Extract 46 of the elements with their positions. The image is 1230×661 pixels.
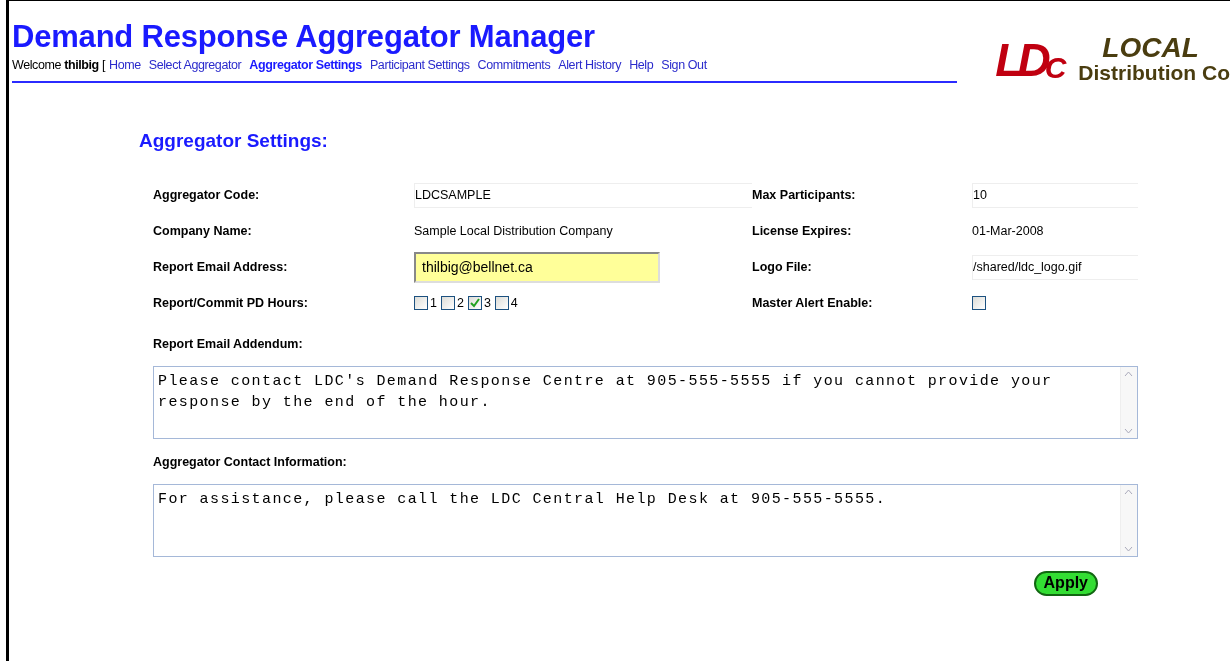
text-input[interactable]: /shared/ldc_logo.gif bbox=[972, 254, 1138, 280]
checkbox[interactable] bbox=[494, 296, 509, 311]
field-label: Aggregator Contact Information: bbox=[153, 454, 348, 471]
text-area[interactable]: Please contact LDC's Demand Response Centre at 905-555-5555 if you cannot provide your response by the end of the hour. bbox=[153, 366, 1138, 439]
nav-link[interactable]: Sign Out bbox=[661, 58, 707, 72]
checkbox[interactable] bbox=[467, 296, 482, 311]
field-value: Sample Local Distribution Company bbox=[414, 222, 613, 240]
checkbox[interactable] bbox=[972, 296, 986, 311]
nav-link[interactable]: Participant Settings bbox=[369, 58, 470, 72]
checkbox-label: 2 bbox=[456, 294, 464, 312]
scrollbar[interactable] bbox=[1120, 484, 1137, 556]
user-name: thilbig bbox=[64, 58, 99, 72]
field-label: Report Email Addendum: bbox=[153, 336, 304, 354]
field-value: 01-Mar-2008 bbox=[972, 222, 1044, 240]
checkbox[interactable] bbox=[440, 296, 455, 311]
text-area[interactable]: For assistance, please call the LDC Central Help Desk at 905-555-5555. bbox=[153, 483, 1138, 557]
checkbox[interactable] bbox=[414, 296, 428, 311]
field-label: Master Alert Enable: bbox=[752, 294, 874, 312]
app-title: Demand Response Aggregator Manager bbox=[12, 21, 596, 52]
nav-link[interactable]: Select Aggregator bbox=[148, 58, 242, 72]
logo-mark: LDC bbox=[995, 36, 1068, 83]
field-label: Max Participants: bbox=[752, 186, 857, 204]
field-label: Report/Commit PD Hours: bbox=[153, 294, 309, 312]
field-label: License Expires: bbox=[752, 222, 853, 240]
welcome-text: Welcome bbox=[12, 58, 63, 72]
page-heading: Aggregator Settings: bbox=[139, 128, 329, 153]
nav-link[interactable]: Alert History bbox=[558, 58, 622, 72]
nav-link[interactable]: Home bbox=[109, 58, 141, 72]
checkbox-label: 3 bbox=[483, 294, 491, 312]
checkbox-label: 4 bbox=[510, 294, 518, 312]
field-label: Logo File: bbox=[752, 258, 813, 276]
nav-link[interactable]: Help bbox=[629, 58, 654, 72]
apply-button[interactable]: Apply bbox=[1033, 570, 1098, 596]
logo-text: Distribution Co bbox=[1078, 61, 1230, 83]
text-input[interactable]: 10 bbox=[972, 182, 1138, 208]
checkbox-label: 1 bbox=[430, 294, 437, 312]
logo-text: LOCAL bbox=[1102, 33, 1200, 62]
scrollbar[interactable] bbox=[1120, 367, 1137, 438]
email-input[interactable]: thilbig@bellnet.ca bbox=[414, 251, 660, 283]
text-input[interactable]: LDCSAMPLE bbox=[414, 182, 752, 208]
field-label: Aggregator Code: bbox=[153, 186, 261, 204]
nav-link[interactable]: Commitments bbox=[477, 58, 551, 72]
bracket-text: [ bbox=[100, 58, 105, 72]
field-label: Report Email Address: bbox=[153, 258, 289, 276]
field-label: Company Name: bbox=[153, 222, 253, 240]
nav-link[interactable]: Aggregator Settings bbox=[249, 58, 362, 72]
